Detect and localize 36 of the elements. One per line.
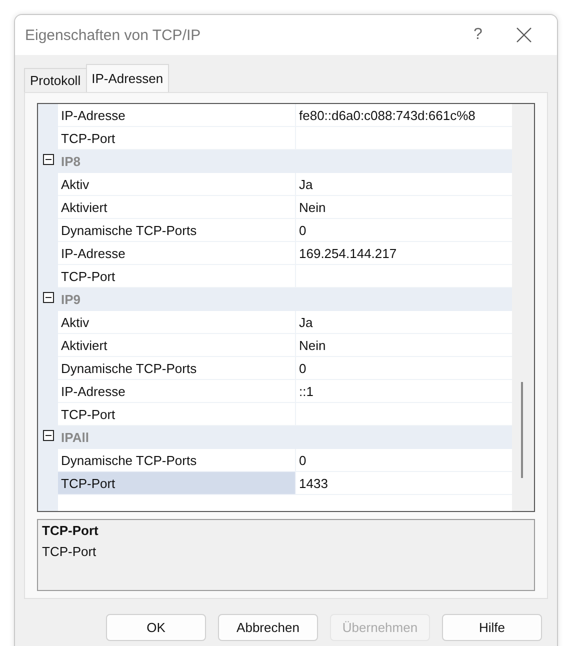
help-button[interactable]: ?	[455, 15, 501, 55]
property-name[interactable]: TCP-Port	[58, 472, 296, 495]
property-value[interactable]: 1433	[299, 476, 328, 490]
property-name[interactable]: Aktiviert	[58, 196, 296, 219]
property-name[interactable]: Aktiv	[58, 173, 296, 196]
property-value[interactable]: Ja	[299, 314, 313, 330]
dialog-button[interactable]: OK	[106, 614, 206, 641]
tab[interactable]: Protokoll	[24, 68, 87, 92]
collapse-icon[interactable]	[42, 430, 54, 441]
scrollbar-thumb[interactable]	[521, 382, 523, 478]
description-title: TCP-Port	[42, 523, 100, 538]
window-title: Eigenschaften von TCP/IP	[25, 26, 202, 44]
description-text: TCP-Port	[42, 544, 98, 559]
property-value[interactable]: Nein	[299, 200, 326, 214]
tab[interactable]: IP-Adressen	[86, 64, 170, 92]
dialog-button[interactable]: Abbrechen	[218, 614, 318, 641]
scrollbar[interactable]	[512, 104, 534, 511]
property-value[interactable]: Ja	[299, 176, 313, 192]
property-value[interactable]: 0	[299, 452, 306, 468]
close-icon	[516, 27, 532, 43]
property-value[interactable]: ::1	[299, 384, 314, 398]
dialog-button[interactable]: Hilfe	[442, 614, 542, 641]
property-name[interactable]: Aktiviert	[58, 334, 296, 357]
property-name[interactable]: IP-Adresse	[58, 380, 296, 403]
property-name[interactable]: IP-Adresse	[58, 104, 296, 127]
property-value[interactable]: fe80::d6a0:c088:743d:661c%8	[299, 108, 476, 122]
collapse-icon[interactable]	[42, 154, 54, 165]
property-value[interactable]: Nein	[299, 338, 326, 352]
collapse-icon[interactable]	[42, 292, 54, 303]
property-name[interactable]: Dynamische TCP-Ports	[58, 219, 296, 242]
property-value[interactable]: 0	[299, 222, 306, 238]
property-name[interactable]: IP-Adresse	[58, 242, 296, 265]
property-value[interactable]: 169.254.144.217	[299, 246, 397, 260]
property-name[interactable]: Dynamische TCP-Ports	[58, 357, 296, 380]
property-name[interactable]: Aktiv	[58, 311, 296, 334]
property-value[interactable]: 0	[299, 360, 306, 376]
